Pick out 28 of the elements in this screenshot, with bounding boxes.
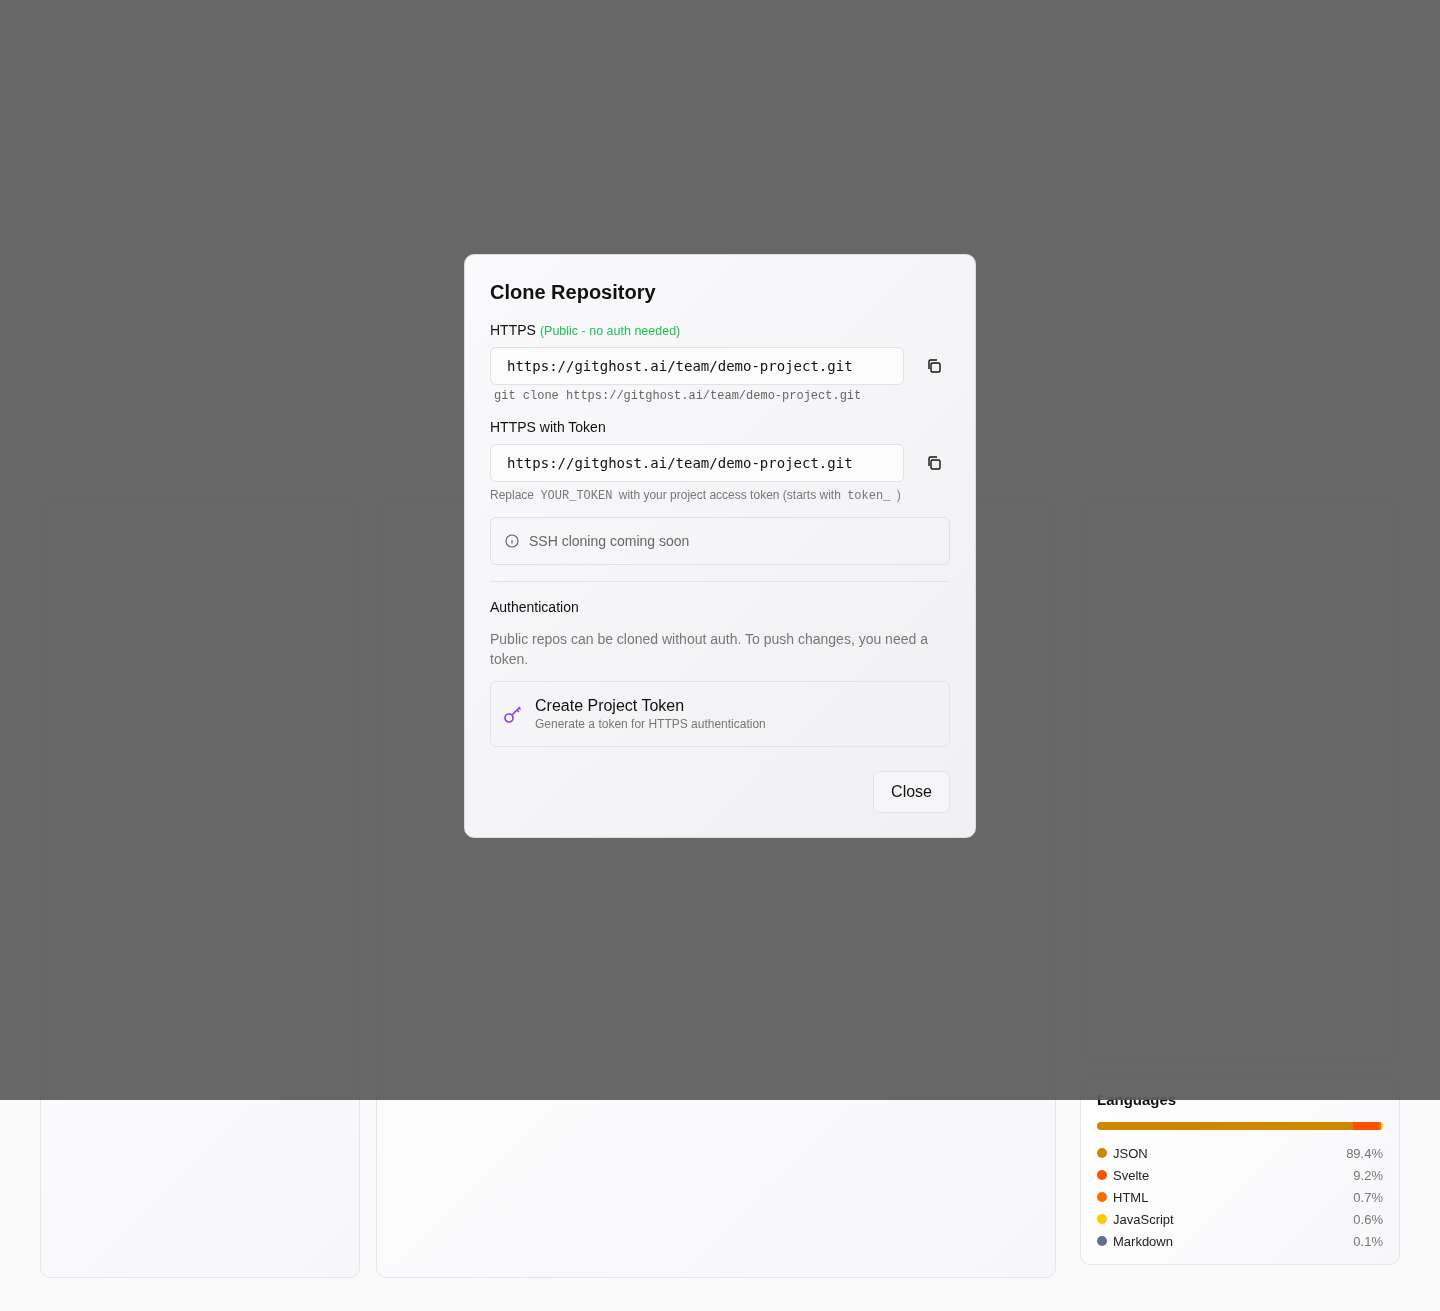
dialog-title: Clone Repository <box>490 281 657 304</box>
create-token-button[interactable]: Create Project Token Generate a token for HTTPS authentication <box>490 681 950 747</box>
language-percent: 0.6% <box>1353 1211 1383 1227</box>
clone-command: git clone https://gitghost.ai/team/demo-project.git <box>494 389 863 403</box>
language-percent: 9.2% <box>1353 1167 1383 1183</box>
close-button[interactable]: Close <box>873 771 950 813</box>
language-name: HTML <box>1113 1189 1150 1205</box>
field-label: HTTPS with Token <box>490 419 606 435</box>
language-name: Markdown <box>1113 1233 1174 1249</box>
languages-title: Languages <box>1097 1091 1178 1108</box>
copy-icon <box>926 358 942 374</box>
url-field[interactable]: https://gitghost.ai/team/demo-project.git <box>490 444 904 482</box>
field-label: HTTPS <box>490 322 536 338</box>
info-icon <box>505 534 519 548</box>
key-icon <box>503 704 523 724</box>
auth-heading: Authentication <box>490 599 580 615</box>
language-percent: 0.1% <box>1353 1233 1383 1249</box>
language-percent: 0.7% <box>1353 1189 1383 1205</box>
language-percent: 89.4% <box>1346 1145 1383 1161</box>
auth-description: Public repos can be cloned without auth. To push changes, you need a token. <box>490 630 929 669</box>
public-note: (Public - no auth needed) <box>539 324 681 338</box>
url-field[interactable]: https://gitghost.ai/team/demo-project.git <box>490 347 904 385</box>
ssh-notice-text: SSH cloning coming soon <box>529 533 690 549</box>
language-name: JSON <box>1113 1145 1149 1161</box>
language-name: JavaScript <box>1113 1211 1175 1227</box>
copy-icon <box>926 455 942 471</box>
language-name: Svelte <box>1113 1167 1151 1183</box>
token-hint: Replace YOUR_TOKEN with your project access token (starts with token_ ) <box>490 488 902 503</box>
